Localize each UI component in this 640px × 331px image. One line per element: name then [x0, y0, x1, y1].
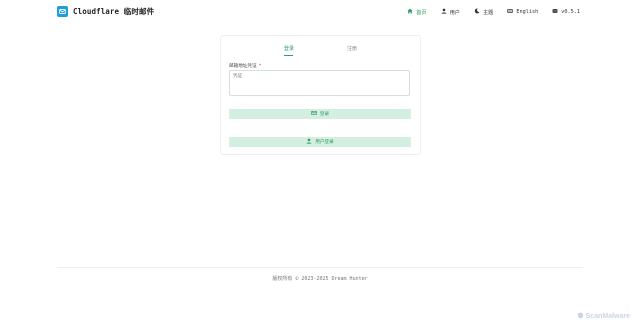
- credential-label: 邮箱地址凭证 *: [229, 63, 261, 69]
- user-icon: [441, 8, 447, 16]
- nav-theme-label: 主题: [482, 9, 494, 16]
- nav-user-label: 用户: [449, 9, 460, 16]
- login-button[interactable]: 登录: [229, 109, 411, 119]
- nav-language-label: English: [516, 9, 539, 15]
- footer-copyright: 版权所有 © 2023-2025 Dream Hunter: [272, 276, 368, 282]
- mail-logo-icon: [57, 6, 68, 17]
- tab-login-label: 登录: [283, 46, 294, 52]
- nav-version[interactable]: v0.5.1: [552, 8, 580, 16]
- top-header: Cloudflare 临时邮件 首页 用户 主题 English v0.5.1: [0, 0, 640, 24]
- nav-home[interactable]: 首页: [407, 8, 427, 16]
- nav-version-label: v0.5.1: [561, 9, 580, 15]
- tab-register[interactable]: 注册: [344, 45, 360, 52]
- watermark: ScanMalware: [577, 312, 630, 321]
- nav-theme[interactable]: 主题: [474, 8, 493, 16]
- nav-user[interactable]: 用户: [441, 8, 460, 16]
- credential-input[interactable]: [229, 70, 410, 96]
- translate-icon: [507, 8, 514, 16]
- nav-language[interactable]: English: [507, 8, 538, 16]
- watermark-text: ScanMalware: [585, 313, 630, 320]
- user-login-button-label: 用户登录: [315, 140, 334, 145]
- tab-register-label: 注册: [346, 46, 357, 52]
- user-login-button[interactable]: 用户登录: [229, 137, 411, 147]
- credential-label-text: 邮箱地址凭证: [229, 64, 257, 69]
- mail-icon: [311, 110, 317, 118]
- shield-icon: [577, 312, 584, 321]
- auth-tabs: 登录 注册: [221, 45, 420, 59]
- main-nav: 首页 用户 主题 English v0.5.1: [407, 8, 580, 16]
- footer-divider: [57, 267, 583, 268]
- login-card: 登录 注册 邮箱地址凭证* 登录 用户登录: [220, 35, 421, 155]
- login-button-label: 登录: [319, 112, 330, 117]
- required-mark: *: [258, 64, 262, 69]
- brand-title: Cloudflare 临时邮件: [73, 7, 155, 16]
- brand[interactable]: Cloudflare 临时邮件: [57, 6, 154, 17]
- home-icon: [407, 8, 413, 16]
- user-icon: [306, 138, 312, 146]
- moon-icon: [474, 8, 480, 16]
- nav-home-label: 首页: [416, 9, 427, 16]
- tab-login[interactable]: 登录: [281, 45, 297, 56]
- github-icon: [552, 8, 558, 16]
- active-tab-indicator: [284, 55, 293, 56]
